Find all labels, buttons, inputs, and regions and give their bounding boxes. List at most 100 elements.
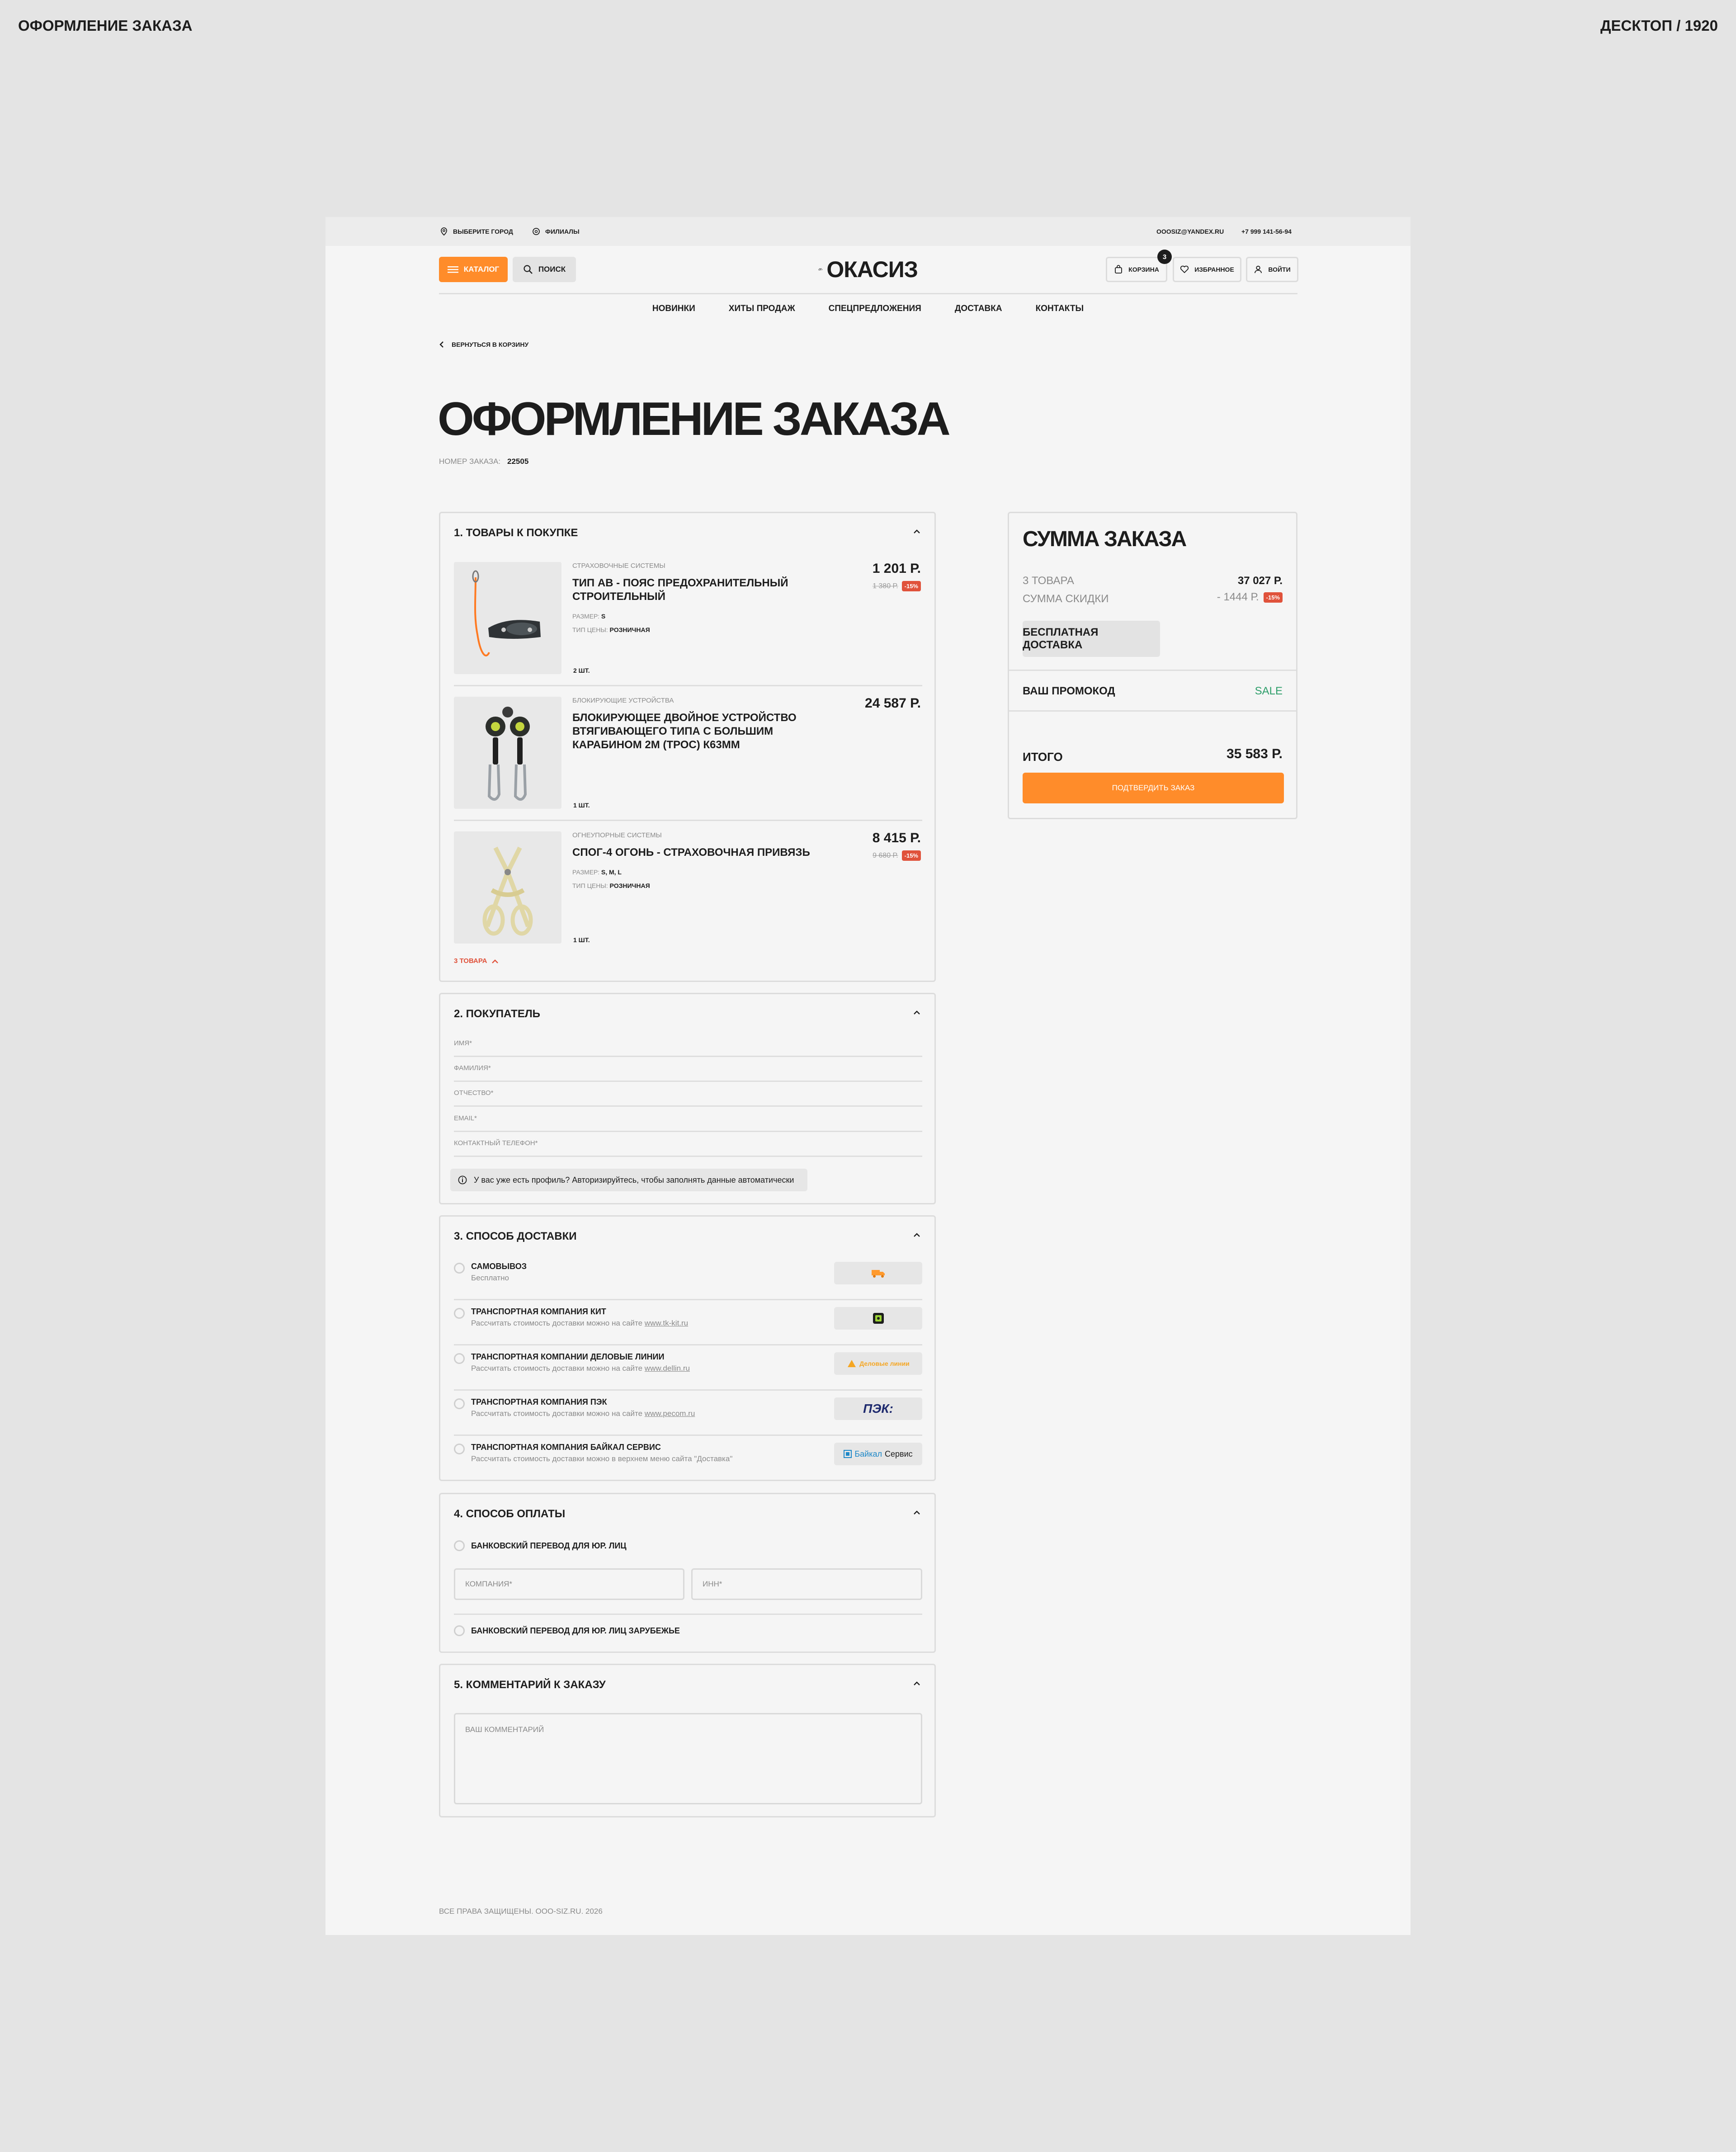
delivery-option-pek[interactable]: ТРАНСПОРТНАЯ КОМПАНИЯ ПЭК Рассчитать сто… xyxy=(454,1397,922,1429)
phone-label: КОНТАКТНЫЙ ТЕЛЕФОН* xyxy=(454,1139,538,1147)
field-underline xyxy=(454,1081,922,1082)
products-section: 1. ТОВАРЫ К ПОКУПКЕ СТРАХОВОЧНЫЕ СИСТЕМЫ… xyxy=(439,512,936,982)
field-underline xyxy=(454,1105,922,1107)
order-number: 22505 xyxy=(507,457,529,466)
buyer-section: 2. ПОКУПАТЕЛЬ ИМЯ* ФАМИЛИЯ* ОТЧЕСТВО* EM… xyxy=(439,993,936,1204)
back-link-label: ВЕРНУТЬСЯ В КОРЗИНУ xyxy=(452,341,529,348)
radio-payment-foreign[interactable] xyxy=(454,1625,465,1636)
price-type-value: РОЗНИЧНАЯ xyxy=(609,626,650,633)
summary-items-value: 37 027 Р. xyxy=(1237,575,1283,587)
promo-value[interactable]: SALE xyxy=(1255,685,1283,698)
search-button[interactable]: ПОИСК xyxy=(513,257,576,282)
payment-option-label: БАНКОВСКИЙ ПЕРЕВОД ДЛЯ ЮР. ЛИЦ ЗАРУБЕЖЬЕ xyxy=(471,1626,680,1635)
nav-item-delivery[interactable]: ДОСТАВКА xyxy=(955,304,1002,317)
kit-logo xyxy=(834,1307,922,1330)
confirm-order-button[interactable]: ПОДТВЕРДИТЬ ЗАКАЗ xyxy=(1023,773,1284,803)
product-category: СТРАХОВОЧНЫЕ СИСТЕМЫ xyxy=(572,562,665,570)
radio-baikal[interactable] xyxy=(454,1444,465,1454)
summary-divider xyxy=(1009,670,1296,671)
email-link[interactable]: OOOSIZ@YANDEX.RU xyxy=(1156,217,1224,246)
product-price: 8 415 Р. xyxy=(872,831,921,845)
nav-item-offers[interactable]: СПЕЦПРЕДЛОЖЕНИЯ xyxy=(829,304,921,317)
payment-option-foreign[interactable]: БАНКОВСКИЙ ПЕРЕВОД ДЛЯ ЮР. ЛИЦ ЗАРУБЕЖЬЕ xyxy=(454,1625,680,1636)
payment-section: 4. СПОСОБ ОПЛАТЫ БАНКОВСКИЙ ПЕРЕВОД ДЛЯ … xyxy=(439,1493,936,1653)
field-underline xyxy=(454,1056,922,1057)
phone-link[interactable]: +7 999 141-56-94 xyxy=(1241,217,1292,246)
summary-divider xyxy=(1009,710,1296,712)
radio-pickup[interactable] xyxy=(454,1263,465,1274)
search-icon xyxy=(524,265,533,274)
price-type-label: ТИП ЦЕНЫ: xyxy=(572,626,608,633)
product-name-line: СПОГ-4 ОГОНЬ - СТРАХОВОЧНАЯ ПРИВЯЗЬ xyxy=(572,846,810,859)
branches-link[interactable]: ФИЛИАЛЫ xyxy=(532,217,580,246)
collapse-products-toggle[interactable]: 3 ТОВАРА xyxy=(454,957,499,965)
comment-textarea[interactable]: ВАШ КОММЕНТАРИЙ xyxy=(454,1713,922,1804)
product-category: ОГНЕУПОРНЫЕ СИСТЕМЫ xyxy=(572,831,662,839)
item-divider xyxy=(454,685,922,686)
delivery-option-sub: Рассчитать стоимость доставки можно в ве… xyxy=(471,1454,733,1463)
favorites-button[interactable]: ИЗБРАННОЕ xyxy=(1173,257,1241,282)
product-category: БЛОКИРУЮЩИЕ УСТРОЙСТВА xyxy=(572,697,674,704)
pek-site-link[interactable]: www.pecom.ru xyxy=(645,1409,695,1418)
first-name-field[interactable]: ИМЯ* xyxy=(454,1039,922,1059)
product-image-harness[interactable] xyxy=(454,831,561,944)
radio-pek[interactable] xyxy=(454,1398,465,1409)
product-image-device[interactable] xyxy=(454,697,561,809)
delivery-section: 3. СПОСОБ ДОСТАВКИ САМОВЫВОЗ Бесплатно Т… xyxy=(439,1215,936,1481)
page: ВЫБЕРИТЕ ГОРОД ФИЛИАЛЫ OOOSIZ@YANDEX.RU … xyxy=(326,217,1410,1935)
product-name[interactable]: ТИП АВ - ПОЯС ПРЕДОХРАНИТЕЛЬНЫЙ СТРОИТЕЛЬ… xyxy=(572,576,788,604)
dellin-site-link[interactable]: www.dellin.ru xyxy=(645,1364,690,1373)
city-label: ВЫБЕРИТЕ ГОРОД xyxy=(453,228,513,235)
chevron-up-icon[interactable] xyxy=(912,1008,922,1018)
phone-field[interactable]: КОНТАКТНЫЙ ТЕЛЕФОН* xyxy=(454,1139,922,1159)
chevron-up-icon[interactable] xyxy=(912,1508,922,1518)
product-qty: 1 ШТ. xyxy=(573,802,590,809)
nav-item-new[interactable]: НОВИНКИ xyxy=(652,304,695,317)
catalog-button[interactable]: КАТАЛОГ xyxy=(439,257,508,282)
kit-site-link[interactable]: www.tk-kit.ru xyxy=(645,1319,688,1327)
delivery-option-kit[interactable]: ТРАНСПОРТНАЯ КОМПАНИЯ КИТ Рассчитать сто… xyxy=(454,1307,922,1339)
harness-icon xyxy=(482,846,533,936)
delivery-option-pickup[interactable]: САМОВЫВОЗ Бесплатно xyxy=(454,1262,922,1293)
company-input[interactable]: КОМПАНИЯ* xyxy=(454,1568,684,1600)
product-name[interactable]: БЛОКИРУЮЩЕЕ ДВОЙНОЕ УСТРОЙСТВО ВТЯГИВАЮЩЕ… xyxy=(572,711,797,752)
payment-option-legal[interactable]: БАНКОВСКИЙ ПЕРЕВОД ДЛЯ ЮР. ЛИЦ xyxy=(454,1540,627,1551)
delivery-option-sub: Бесплатно xyxy=(471,1274,509,1282)
delivery-option-name: ТРАНСПОРТНАЯ КОМПАНИЯ ПЭК xyxy=(471,1397,607,1406)
chevron-left-icon xyxy=(439,341,443,348)
login-button[interactable]: ВОЙТИ xyxy=(1246,257,1298,282)
product-name-line: ВТЯГИВАЮЩЕГО ТИПА С БОЛЬШИМ xyxy=(572,725,774,737)
frame-title: ОФОРМЛЕНИЕ ЗАКАЗА xyxy=(18,17,193,34)
last-name-label: ФАМИЛИЯ* xyxy=(454,1064,491,1072)
last-name-field[interactable]: ФАМИЛИЯ* xyxy=(454,1064,922,1084)
logo[interactable]: ОКАСИЗ xyxy=(818,255,918,284)
header-divider xyxy=(439,293,1297,294)
product-price: 1 201 Р. xyxy=(872,561,921,576)
chevron-up-icon[interactable] xyxy=(912,1230,922,1240)
radio-kit[interactable] xyxy=(454,1308,465,1319)
summary-discount-row: - 1444 Р. -15% xyxy=(1217,591,1283,604)
radio-dellin[interactable] xyxy=(454,1353,465,1364)
radio-payment-legal[interactable] xyxy=(454,1540,465,1551)
chevron-up-icon[interactable] xyxy=(912,1679,922,1689)
product-name[interactable]: СПОГ-4 ОГОНЬ - СТРАХОВОЧНАЯ ПРИВЯЗЬ xyxy=(572,846,810,859)
back-to-cart-link[interactable]: ВЕРНУТЬСЯ В КОРЗИНУ xyxy=(439,341,528,348)
delivery-option-baikal[interactable]: ТРАНСПОРТНАЯ КОМПАНИЯ БАЙКАЛ СЕРВИС Расс… xyxy=(454,1443,922,1474)
patronymic-field[interactable]: ОТЧЕСТВО* xyxy=(454,1089,922,1109)
city-selector[interactable]: ВЫБЕРИТЕ ГОРОД xyxy=(439,217,513,246)
nav-item-hits[interactable]: ХИТЫ ПРОДАЖ xyxy=(729,304,795,317)
discount-badge: -15% xyxy=(901,850,921,861)
delivery-option-dellin[interactable]: ТРАНСПОРТНАЯ КОМПАНИИ ДЕЛОВЫЕ ЛИНИИ Расс… xyxy=(454,1352,922,1384)
page-title: ОФОРМЛЕНИЕ ЗАКАЗА xyxy=(438,393,951,445)
product-image-belt[interactable] xyxy=(454,562,561,674)
nav-item-contacts[interactable]: КОНТАКТЫ xyxy=(1036,304,1084,317)
auth-hint[interactable]: У вас уже есть профиль? Авторизируйтесь,… xyxy=(450,1169,807,1191)
products-section-title: 1. ТОВАРЫ К ПОКУПКЕ xyxy=(454,527,578,539)
payment-option-label: БАНКОВСКИЙ ПЕРЕВОД ДЛЯ ЮР. ЛИЦ xyxy=(471,1541,627,1550)
chevron-up-icon[interactable] xyxy=(912,527,922,537)
email-field[interactable]: EMAIL* xyxy=(454,1114,922,1134)
inn-input[interactable]: ИНН* xyxy=(691,1568,922,1600)
heart-icon xyxy=(1180,265,1189,273)
user-icon xyxy=(1255,265,1262,274)
sub-text: Рассчитать стоимость доставки можно на с… xyxy=(471,1409,643,1418)
